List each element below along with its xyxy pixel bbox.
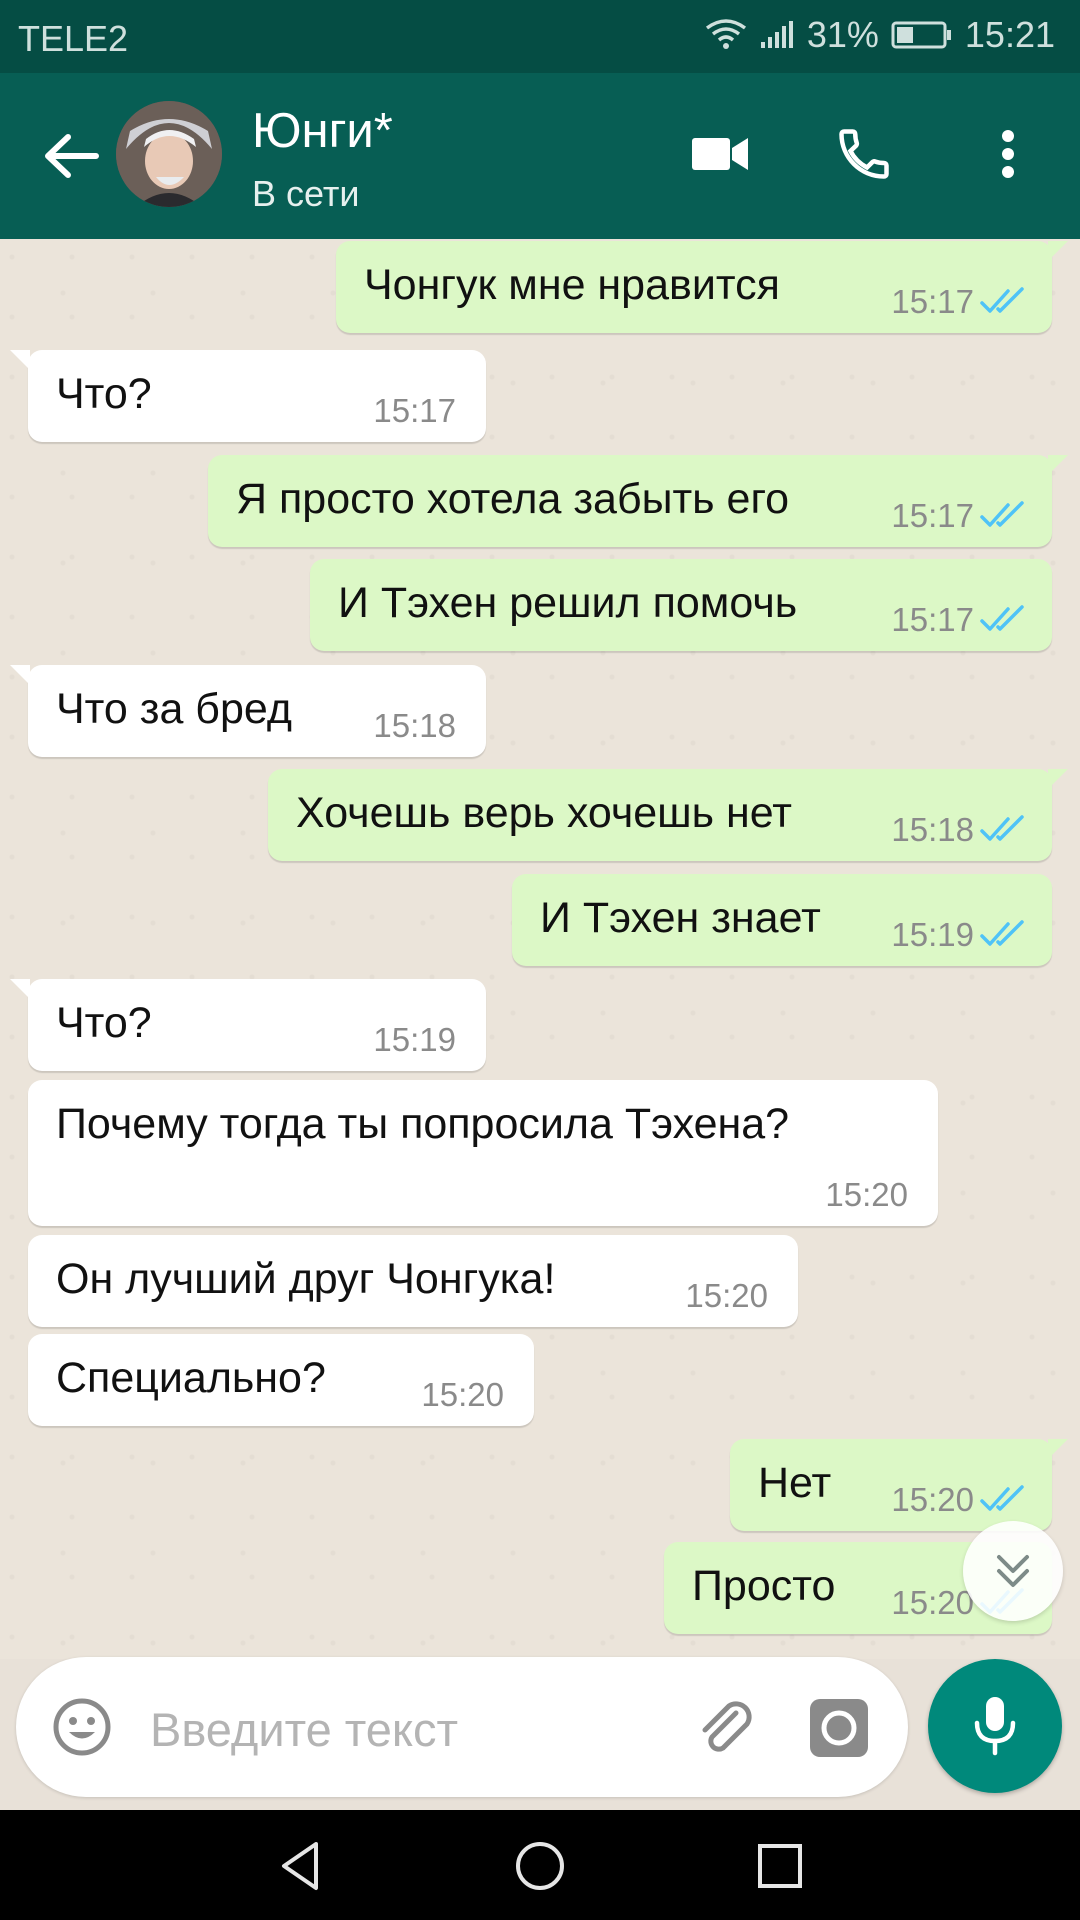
nav-recents-icon[interactable] [752, 1838, 808, 1894]
avatar[interactable] [116, 101, 222, 207]
battery-percent: 31% [806, 14, 879, 55]
voice-call-button[interactable] [828, 118, 900, 190]
system-navigation-bar [0, 1810, 1080, 1920]
message-outgoing[interactable]: Я просто хотела забыть его 15:17 [208, 455, 1068, 547]
read-receipt-icon [980, 1485, 1024, 1511]
more-options-button[interactable] [972, 118, 1044, 190]
contact-status: В сети [252, 173, 360, 214]
message-incoming[interactable]: Что? 15:19 [10, 979, 486, 1071]
video-call-icon [692, 138, 748, 170]
video-call-button[interactable] [684, 118, 756, 190]
read-receipt-icon [980, 287, 1024, 313]
message-time: 15:20 [891, 1584, 974, 1621]
message-time: 15:20 [421, 1376, 504, 1413]
clock: 15:21 [964, 14, 1055, 55]
wifi-icon [705, 19, 746, 49]
message-text: Что за бред [56, 685, 292, 733]
read-receipt-icon [980, 815, 1024, 841]
message-text: Чонгук мне нравится [364, 261, 780, 309]
message-incoming[interactable]: Что? 15:17 [10, 350, 486, 442]
message-outgoing[interactable]: Нет 15:20 [730, 1439, 1068, 1531]
read-receipt-icon [980, 605, 1024, 631]
message-text: Почему тогда ты попросила Тэхена? [56, 1100, 790, 1148]
message-time: 15:18 [373, 707, 456, 744]
signal-icon [760, 21, 793, 48]
message-time: 15:18 [891, 811, 974, 848]
message-time: 15:20 [825, 1176, 908, 1213]
message-incoming[interactable]: Почему тогда ты попросила Тэхена? 15:20 [28, 1080, 938, 1226]
read-receipt-icon [980, 501, 1024, 527]
contact-photo [116, 101, 222, 207]
read-receipt-icon [980, 920, 1024, 946]
message-list[interactable]: Чонгук мне нравится 15:17 Что? 15:17 Я п… [0, 239, 1080, 1659]
carrier-label: TELE2 [18, 18, 129, 59]
message-text: Я просто хотела забыть его [236, 475, 790, 523]
message-time: 15:20 [685, 1277, 768, 1314]
arrow-back-icon [45, 134, 99, 178]
message-time: 15:19 [891, 916, 974, 953]
message-text: Просто [692, 1562, 836, 1610]
message-incoming[interactable]: Что за бред 15:18 [10, 665, 486, 757]
message-text: Хочешь верь хочешь нет [296, 789, 792, 837]
more-vert-icon [1002, 130, 1014, 178]
back-button[interactable] [40, 125, 102, 187]
message-time: 15:20 [891, 1481, 974, 1518]
message-text: Что? [56, 370, 152, 418]
camera-icon[interactable] [808, 1697, 870, 1759]
voice-message-button[interactable] [928, 1659, 1062, 1793]
message-time: 15:19 [373, 1021, 456, 1058]
message-text: Он лучший друг Чонгука! [56, 1255, 556, 1303]
microphone-icon [974, 1697, 1016, 1756]
chat-header: Юнги* В сети [0, 73, 1080, 239]
battery-icon [891, 21, 951, 49]
message-text: Что? [56, 999, 152, 1047]
message-time: 15:17 [891, 601, 974, 638]
message-outgoing[interactable]: Хочешь верь хочешь нет 15:18 [268, 769, 1068, 861]
message-text: И Тэхен решил помочь [338, 579, 798, 627]
message-time: 15:17 [891, 283, 974, 320]
message-incoming[interactable]: Он лучший друг Чонгука! 15:20 [28, 1235, 798, 1327]
message-input[interactable]: Введите текст [150, 1702, 458, 1757]
message-composer: Введите текст [16, 1657, 908, 1797]
status-bar: TELE2 31% 15:21 [0, 0, 1080, 73]
nav-back-icon[interactable] [272, 1838, 328, 1894]
message-outgoing[interactable]: И Тэхен знает 15:19 [512, 874, 1052, 966]
contact-name[interactable]: Юнги* [252, 103, 393, 159]
phone-icon [839, 129, 889, 179]
message-outgoing[interactable]: И Тэхен решил помочь 15:17 [310, 559, 1052, 651]
message-time: 15:17 [373, 392, 456, 429]
attachment-icon[interactable] [692, 1695, 758, 1761]
message-text: И Тэхен знает [540, 894, 821, 942]
message-text: Специально? [56, 1354, 326, 1402]
message-text: Нет [758, 1459, 832, 1507]
message-incoming[interactable]: Специально? 15:20 [28, 1334, 534, 1426]
emoji-icon[interactable] [52, 1697, 112, 1757]
message-time: 15:17 [891, 497, 974, 534]
message-outgoing[interactable]: Чонгук мне нравится 15:17 [336, 241, 1068, 333]
double-chevron-down-icon [997, 1555, 1029, 1587]
nav-home-icon[interactable] [512, 1838, 568, 1894]
scroll-to-bottom-button[interactable] [963, 1521, 1063, 1621]
